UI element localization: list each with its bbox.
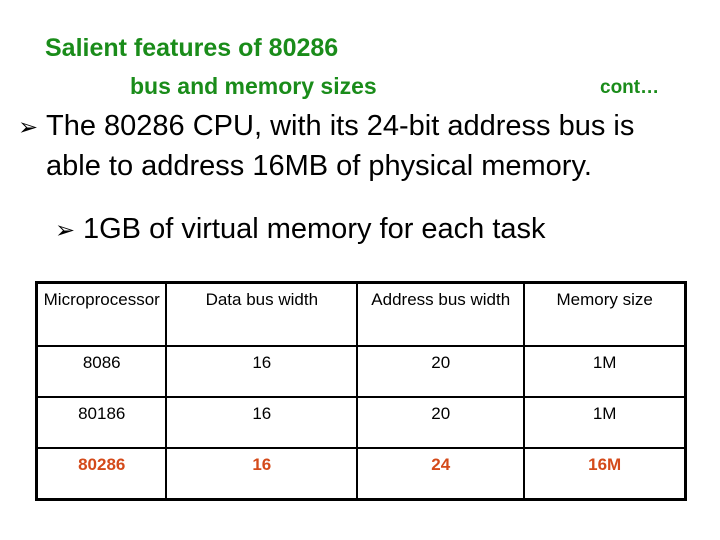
bullet-virtual-memory: ➢ 1GB of virtual memory for each task xyxy=(55,210,546,250)
cell-memory-size: 1M xyxy=(523,396,687,449)
continuation-label: cont… xyxy=(600,77,660,98)
arrowhead-bullet-icon: ➢ xyxy=(18,114,39,141)
cell-address-bus: 20 xyxy=(356,345,526,398)
cell-memory-size: 1M xyxy=(523,345,687,398)
cell-address-bus: 24 xyxy=(356,447,526,501)
table-header-row: Microprocessor Data bus width Address bu… xyxy=(35,281,687,347)
header-address-bus-width: Address bus width xyxy=(356,281,526,347)
cell-address-bus: 20 xyxy=(356,396,526,449)
header-memory-size: Memory size xyxy=(523,281,687,347)
cell-microprocessor: 80286 xyxy=(35,447,168,501)
header-data-bus-width: Data bus width xyxy=(165,281,359,347)
table-row-highlighted: 80286 16 24 16M xyxy=(35,447,687,501)
table-row: 8086 16 20 1M xyxy=(35,345,687,398)
bullet-text-line1: The 80286 CPU, with its 24-bit address b… xyxy=(46,110,635,142)
cell-microprocessor: 80186 xyxy=(35,396,168,449)
bullet-text: 1GB of virtual memory for each task xyxy=(83,213,546,245)
cell-data-bus: 16 xyxy=(165,396,359,449)
bus-memory-table: Microprocessor Data bus width Address bu… xyxy=(35,281,687,501)
cell-microprocessor: 8086 xyxy=(35,345,168,398)
arrowhead-bullet-icon: ➢ xyxy=(55,217,76,244)
bullet-text-line2: able to address 16MB of physical memory. xyxy=(46,150,592,182)
header-microprocessor: Microprocessor xyxy=(35,281,168,347)
cell-memory-size: 16M xyxy=(523,447,687,501)
cell-data-bus: 16 xyxy=(165,447,359,501)
slide-title: Salient features of 80286 xyxy=(45,34,339,62)
table-row: 80186 16 20 1M xyxy=(35,396,687,449)
cell-data-bus: 16 xyxy=(165,345,359,398)
slide-subtitle: bus and memory sizes xyxy=(130,73,377,99)
bullet-address-bus: ➢ The 80286 CPU, with its 24-bit address … xyxy=(18,107,718,185)
